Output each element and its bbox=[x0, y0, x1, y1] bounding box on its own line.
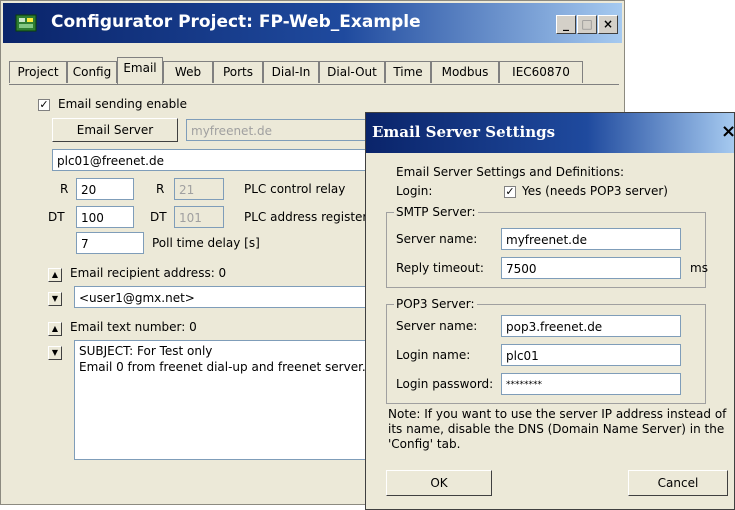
dialog-title: Email Server Settings bbox=[372, 123, 556, 141]
login-password-input[interactable]: ******** bbox=[501, 373, 681, 395]
tab-dial-out[interactable]: Dial-Out bbox=[319, 61, 385, 83]
pop3-server-name-input[interactable]: pop3.freenet.de bbox=[501, 315, 681, 337]
login-name-label: Login name: bbox=[396, 348, 471, 362]
ok-button[interactable]: OK bbox=[386, 470, 492, 496]
sender-address-input[interactable]: plc01@freenet.de bbox=[52, 149, 366, 171]
dns-note: Note: If you want to use the server IP a… bbox=[388, 407, 727, 451]
recipient-up-button[interactable]: ▲ bbox=[48, 268, 62, 282]
recipient-label: Email recipient address: 0 bbox=[70, 266, 227, 280]
tab-strip: Project Config Email Web Ports Dial-In D… bbox=[9, 57, 619, 84]
recipient-input[interactable]: <user1@gmx.net> bbox=[74, 286, 366, 308]
dt-label: DT bbox=[48, 210, 65, 224]
text-number-down-button[interactable]: ▼ bbox=[48, 346, 62, 360]
reply-timeout-unit: ms bbox=[690, 261, 708, 275]
cancel-button[interactable]: Cancel bbox=[628, 470, 728, 496]
login-checkbox-label: Yes (needs POP3 server) bbox=[522, 184, 668, 198]
tab-config[interactable]: Config bbox=[67, 61, 117, 83]
tab-dial-in[interactable]: Dial-In bbox=[263, 61, 319, 83]
pop3-group-title: POP3 Server: bbox=[394, 297, 477, 311]
email-enable-label: Email sending enable bbox=[58, 97, 188, 111]
tab-email[interactable]: Email bbox=[117, 57, 163, 84]
login-password-label: Login password: bbox=[396, 377, 494, 391]
reply-timeout-label: Reply timeout: bbox=[396, 261, 484, 275]
email-server-button[interactable]: Email Server bbox=[52, 118, 178, 142]
email-text-line-1: SUBJECT: For Test only bbox=[79, 344, 213, 358]
tab-project[interactable]: Project bbox=[9, 61, 67, 83]
email-server-field: myfreenet.de bbox=[186, 119, 366, 141]
login-checkbox[interactable]: ✓ bbox=[504, 186, 516, 198]
dt2-field: 101 bbox=[174, 206, 224, 228]
r-label: R bbox=[60, 182, 69, 196]
dialog-close-button[interactable]: × bbox=[721, 121, 735, 142]
window-title: Configurator Project: FP-Web_Example bbox=[51, 12, 421, 32]
tab-web[interactable]: Web bbox=[163, 61, 213, 83]
recipient-down-button[interactable]: ▼ bbox=[48, 292, 62, 306]
tab-time[interactable]: Time bbox=[385, 61, 431, 83]
email-server-settings-dialog: Email Server Settings × Email Server Set… bbox=[365, 112, 735, 510]
pop3-server-name-label: Server name: bbox=[396, 319, 478, 333]
smtp-group-title: SMTP Server: bbox=[394, 205, 478, 219]
title-bar[interactable]: Configurator Project: FP-Web_Example _ □… bbox=[3, 3, 622, 43]
relay-label: PLC control relay bbox=[244, 182, 346, 196]
tab-modbus[interactable]: Modbus bbox=[431, 61, 499, 83]
poll-delay-label: Poll time delay [s] bbox=[152, 236, 260, 250]
address-register-label: PLC address register bbox=[244, 210, 368, 224]
email-text-area[interactable]: SUBJECT: For Test only Email 0 from free… bbox=[74, 340, 366, 460]
minimize-button[interactable]: _ bbox=[556, 15, 576, 34]
email-text-line-2: Email 0 from freenet dial-up and freenet… bbox=[79, 360, 366, 374]
smtp-server-name-label: Server name: bbox=[396, 232, 478, 246]
tab-ports[interactable]: Ports bbox=[213, 61, 263, 83]
r2-field: 21 bbox=[174, 178, 224, 200]
text-number-label: Email text number: 0 bbox=[70, 320, 197, 334]
dt2-label: DT bbox=[150, 210, 167, 224]
dialog-intro: Email Server Settings and Definitions: bbox=[396, 165, 625, 179]
poll-delay-input[interactable]: 7 bbox=[76, 232, 144, 254]
login-name-input[interactable]: plc01 bbox=[501, 344, 681, 366]
reply-timeout-input[interactable]: 7500 bbox=[501, 257, 681, 279]
login-label: Login: bbox=[396, 184, 433, 198]
email-enable-checkbox[interactable]: ✓ bbox=[38, 99, 50, 111]
app-icon bbox=[15, 14, 37, 32]
tab-iec60870[interactable]: IEC60870 bbox=[499, 61, 583, 83]
tab-strip-line bbox=[9, 84, 619, 85]
r-relay-input[interactable]: 20 bbox=[76, 178, 134, 200]
close-button[interactable]: × bbox=[598, 15, 618, 34]
maximize-button[interactable]: □ bbox=[577, 15, 597, 34]
smtp-server-name-input[interactable]: myfreenet.de bbox=[501, 228, 681, 250]
r2-label: R bbox=[156, 182, 165, 196]
text-number-up-button[interactable]: ▲ bbox=[48, 322, 62, 336]
dialog-title-bar[interactable]: Email Server Settings × bbox=[366, 113, 735, 153]
dt-register-input[interactable]: 100 bbox=[76, 206, 134, 228]
